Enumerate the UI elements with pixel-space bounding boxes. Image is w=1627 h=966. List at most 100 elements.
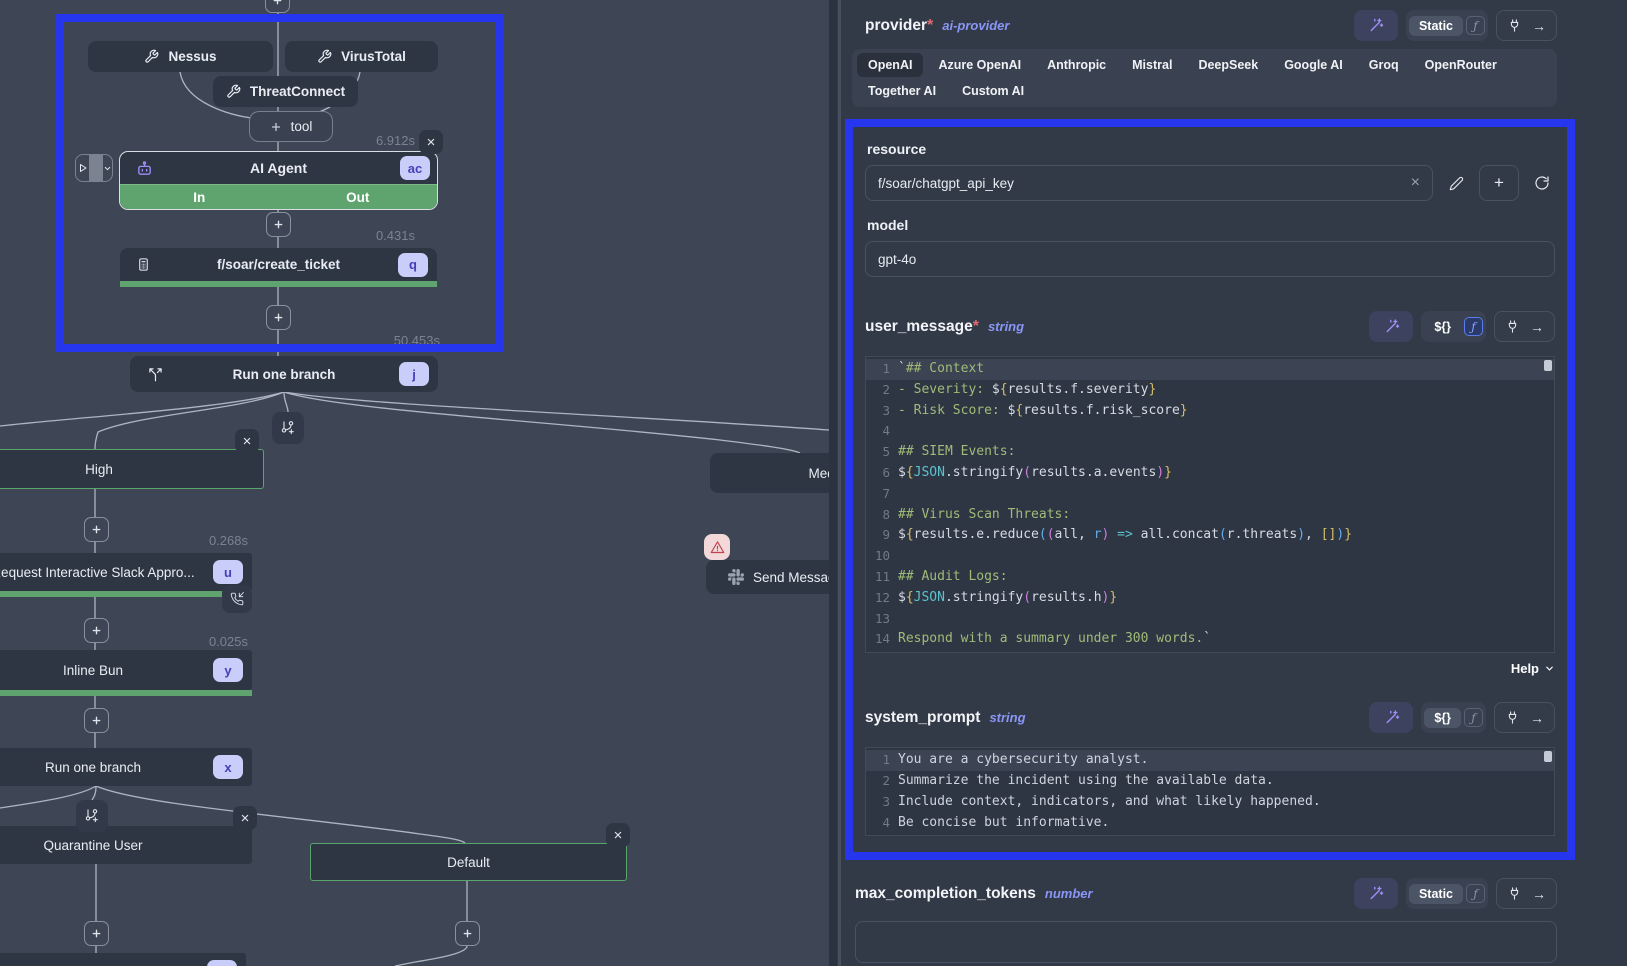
tab-google-ai[interactable]: Google AI xyxy=(1273,53,1354,77)
connect-input-buttons[interactable]: → xyxy=(1496,878,1557,909)
node-virustotal[interactable]: VirusTotal xyxy=(285,41,438,72)
connect-input-buttons[interactable]: → xyxy=(1494,311,1555,342)
node-send-message[interactable]: Send Message xyxy=(706,560,829,594)
code-line[interactable]: 10 xyxy=(866,546,1554,567)
tab-together-ai[interactable]: Together AI xyxy=(857,79,947,103)
code-line[interactable]: 2- Severity: ${results.f.severity} xyxy=(866,380,1554,401)
tab-azure-openai[interactable]: Azure OpenAI xyxy=(927,53,1032,77)
node-inline-bun[interactable]: Inline Bun y xyxy=(0,650,252,690)
insert-step-button[interactable] xyxy=(266,305,291,330)
static-mode-pill[interactable]: Static xyxy=(1409,16,1463,36)
tab-groq[interactable]: Groq xyxy=(1358,53,1410,77)
code-line[interactable]: 4Be concise but informative. xyxy=(866,813,1554,834)
tab-deepseek[interactable]: DeepSeek xyxy=(1187,53,1269,77)
tab-anthropic[interactable]: Anthropic xyxy=(1036,53,1117,77)
edit-resource-button[interactable] xyxy=(1443,170,1469,196)
ai-fill-button[interactable] xyxy=(1354,878,1398,909)
node-ai-agent[interactable]: AI Agent ac In Out xyxy=(119,151,438,210)
refresh-button[interactable] xyxy=(1529,170,1555,196)
input-mode-toggle[interactable]: Static ƒ xyxy=(1406,878,1488,909)
code-line[interactable]: 11## Audit Logs: xyxy=(866,567,1554,588)
code-line[interactable]: 5## SIEM Events: xyxy=(866,442,1554,463)
ai-fill-button[interactable] xyxy=(1369,311,1413,342)
model-input[interactable]: gpt-4o xyxy=(865,241,1555,277)
system-prompt-editor[interactable]: 1You are a cybersecurity analyst.2Summar… xyxy=(865,747,1555,836)
editor-scrollbar[interactable] xyxy=(1544,751,1552,762)
expr-mode-icon[interactable]: ƒ xyxy=(1464,317,1483,336)
flow-canvas[interactable]: Nessus VirusTotal ThreatConnect tool 6.9… xyxy=(0,0,829,966)
insert-step-button[interactable] xyxy=(84,921,109,946)
node-run-one-branch-1[interactable]: Run one branch j xyxy=(130,356,438,392)
node-run-one-branch-2[interactable]: Run one branch x xyxy=(0,748,252,786)
tab-custom-ai[interactable]: Custom AI xyxy=(951,79,1035,103)
code-line[interactable]: 9${results.e.reduce((all, r) => all.conc… xyxy=(866,525,1554,546)
connect-input-buttons[interactable]: → xyxy=(1496,10,1557,41)
close-icon[interactable]: × xyxy=(419,130,443,154)
tab-mistral[interactable]: Mistral xyxy=(1121,53,1183,77)
agent-inout-bar[interactable]: In Out xyxy=(120,184,437,209)
insert-step-button[interactable] xyxy=(84,618,109,643)
agent-in-tab[interactable]: In xyxy=(120,185,279,209)
close-icon[interactable]: × xyxy=(235,429,259,453)
branch-icon xyxy=(148,367,163,382)
code-line[interactable]: 4 xyxy=(866,421,1554,442)
code-line[interactable]: 3Include context, indicators, and what l… xyxy=(866,792,1554,813)
clear-icon[interactable]: × xyxy=(1411,174,1420,192)
tool-pill[interactable]: tool xyxy=(249,111,333,142)
add-branch-button[interactable] xyxy=(76,800,108,832)
insert-step-button[interactable] xyxy=(84,517,109,542)
code-line[interactable]: 1`## Context xyxy=(866,359,1554,380)
input-mode-toggle[interactable]: ${} ƒ xyxy=(1421,311,1486,342)
code-line[interactable]: 8## Virus Scan Threats: xyxy=(866,505,1554,526)
node-branch-default[interactable]: Default xyxy=(310,843,627,881)
add-branch-button[interactable] xyxy=(272,412,304,444)
insert-step-button[interactable] xyxy=(266,212,291,237)
resource-label: resource xyxy=(867,141,1555,157)
expr-mode-icon[interactable]: ƒ xyxy=(1466,16,1485,35)
node-nessus[interactable]: Nessus xyxy=(88,41,273,72)
agent-out-tab[interactable]: Out xyxy=(279,185,438,209)
expr-mode-pill[interactable]: ${} xyxy=(1424,317,1461,337)
code-line[interactable]: 6${JSON.stringify(results.a.events)} xyxy=(866,463,1554,484)
close-icon[interactable]: × xyxy=(233,806,257,830)
insert-step-button[interactable] xyxy=(265,0,290,13)
static-mode-pill[interactable]: Static xyxy=(1409,884,1463,904)
add-resource-button[interactable]: + xyxy=(1479,165,1519,201)
insert-step-button[interactable] xyxy=(84,708,109,733)
resource-input[interactable]: f/soar/chatgpt_api_key × xyxy=(865,165,1433,201)
help-row[interactable]: Help xyxy=(865,661,1555,676)
insert-step-button[interactable] xyxy=(455,921,480,946)
run-step-button[interactable] xyxy=(75,154,113,182)
user-message-editor[interactable]: 1`## Context2- Severity: ${results.f.sev… xyxy=(865,356,1555,653)
code-line[interactable]: 7 xyxy=(866,484,1554,505)
code-line[interactable]: 13 xyxy=(866,609,1554,630)
close-icon[interactable]: × xyxy=(606,823,630,847)
expr-mode-icon[interactable]: ƒ xyxy=(1464,708,1483,727)
panel-scrollbar[interactable] xyxy=(838,0,841,966)
code-line[interactable]: 14Respond with a summary under 300 words… xyxy=(866,629,1554,650)
node-bottom-clipped[interactable] xyxy=(0,953,246,966)
connect-input-buttons[interactable]: → xyxy=(1494,702,1555,733)
max-tokens-input[interactable] xyxy=(855,921,1557,963)
node-label: Default xyxy=(447,855,490,870)
ai-fill-button[interactable] xyxy=(1369,702,1413,733)
node-branch-medium[interactable]: Medium xyxy=(710,453,829,493)
expr-mode-icon[interactable]: ƒ xyxy=(1466,884,1485,903)
expr-mode-pill[interactable]: ${} xyxy=(1424,708,1461,728)
ai-fill-button[interactable] xyxy=(1354,10,1398,41)
code-line[interactable]: 3- Risk Score: ${results.f.risk_score} xyxy=(866,401,1554,422)
code-line[interactable]: 2Summarize the incident using the availa… xyxy=(866,771,1554,792)
code-line[interactable]: 1You are a cybersecurity analyst. xyxy=(866,750,1554,771)
node-create-ticket[interactable]: f/soar/create_ticket q xyxy=(120,248,437,281)
input-mode-toggle[interactable]: ${} ƒ xyxy=(1421,702,1486,733)
node-slack-approval[interactable]: Request Interactive Slack Appro... u xyxy=(0,553,252,591)
tab-openai[interactable]: OpenAI xyxy=(857,53,923,77)
node-threatconnect[interactable]: ThreatConnect xyxy=(213,76,358,107)
input-mode-toggle[interactable]: Static ƒ xyxy=(1406,10,1488,41)
help-label[interactable]: Help xyxy=(1511,661,1539,676)
node-branch-high[interactable]: High xyxy=(0,449,264,489)
code-line[interactable]: 12${JSON.stringify(results.h)} xyxy=(866,588,1554,609)
node-quarantine-user[interactable]: Quarantine User xyxy=(0,826,252,864)
tab-openrouter[interactable]: OpenRouter xyxy=(1414,53,1508,77)
editor-scrollbar[interactable] xyxy=(1544,360,1552,371)
